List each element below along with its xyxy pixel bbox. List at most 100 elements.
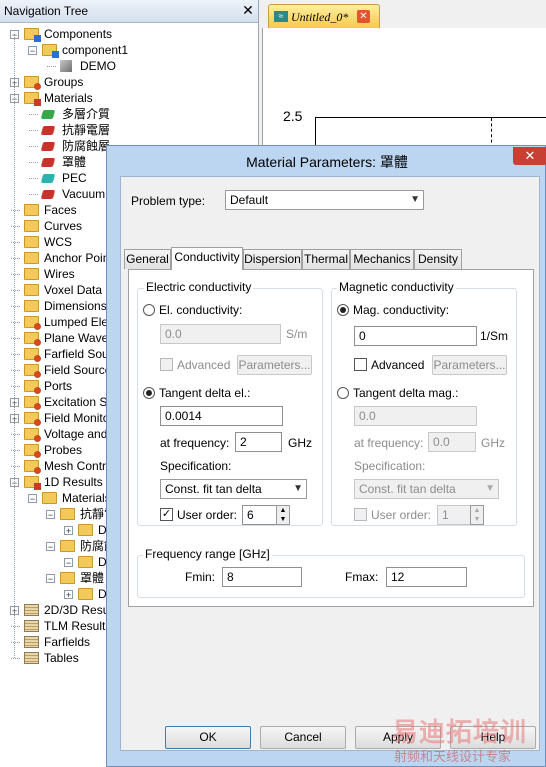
tangent-delta-mag-input[interactable]: 0.0 <box>354 406 477 426</box>
plot-top-line <box>315 117 546 118</box>
chevron-down-icon: ▼ <box>293 483 303 494</box>
mag-advanced-label: Advanced <box>371 358 425 372</box>
el-specification-select[interactable]: Const. fit tan delta ▼ <box>160 479 307 499</box>
close-icon[interactable]: ✕ <box>513 147 546 165</box>
folder-gear-icon <box>24 380 41 394</box>
mag-specification-label: Specification: <box>354 459 426 473</box>
mag-conductivity-input[interactable]: 0 <box>354 326 477 346</box>
collapse-icon[interactable]: − <box>28 494 37 504</box>
collapse-icon[interactable]: − <box>46 574 55 584</box>
mag-user-order-label: User order: <box>371 508 432 522</box>
tree-item-label: Faces <box>44 203 77 217</box>
close-icon[interactable]: ✕ <box>240 2 256 18</box>
mag-at-frequency-label: at frequency: <box>354 436 424 450</box>
cancel-button[interactable]: Cancel <box>260 726 346 749</box>
tree-item[interactable]: 多層介質 <box>0 106 258 122</box>
frequency-range-label: Frequency range [GHz] <box>143 547 272 561</box>
folder-icon <box>78 524 93 536</box>
tree-item[interactable]: 抗靜電層 <box>0 122 258 138</box>
collapse-icon[interactable]: − <box>28 46 37 56</box>
tree-item-label: Voxel Data <box>44 283 103 297</box>
mag-user-order-spinner[interactable]: ▲ ▼ <box>470 505 484 525</box>
tab-thermal[interactable]: Thermal <box>302 249 350 269</box>
folder-icon <box>60 572 75 584</box>
tangent-delta-mag-radio[interactable] <box>337 387 349 399</box>
expand-icon[interactable]: + <box>64 526 73 536</box>
ok-button[interactable]: OK <box>165 726 251 749</box>
mag-frequency-unit: GHz <box>481 436 505 450</box>
tab-mechanics[interactable]: Mechanics <box>350 249 414 269</box>
mag-specification-select[interactable]: Const. fit tan delta ▼ <box>354 479 499 499</box>
tree-item[interactable]: DEMO <box>0 58 258 74</box>
tree-item-label: Plane Wave <box>44 331 109 345</box>
tree-connector <box>11 626 20 627</box>
mag-at-frequency-input[interactable]: 0.0 <box>428 432 476 452</box>
results-stack-icon <box>24 604 39 616</box>
tree-item-label: 罩體 <box>80 571 105 585</box>
plot-y-axis <box>315 118 316 148</box>
el-at-frequency-input[interactable]: 2 <box>235 432 282 452</box>
el-parameters-button[interactable]: Parameters... <box>237 355 312 375</box>
tab-density[interactable]: Density <box>414 249 462 269</box>
tree-item-label: 罩體 <box>62 155 87 169</box>
results-stack-icon <box>24 620 39 632</box>
tree-connector <box>11 370 20 371</box>
tree-item-label: Components <box>44 27 113 41</box>
mag-advanced-checkbox[interactable] <box>354 358 367 371</box>
el-user-order-spinner[interactable]: ▲ ▼ <box>276 505 290 525</box>
tab-dispersion[interactable]: Dispersion <box>243 249 302 269</box>
tangent-delta-el-input[interactable]: 0.0014 <box>160 406 283 426</box>
tab-general[interactable]: General <box>124 249 171 269</box>
tangent-delta-mag-label: Tangent delta mag.: <box>353 386 459 400</box>
folder-icon <box>24 252 39 264</box>
el-user-order-checkbox[interactable]: ✓ <box>160 508 173 521</box>
folder-gear-icon <box>24 444 41 458</box>
fmax-label: Fmax: <box>345 570 379 584</box>
folder-icon <box>24 268 39 280</box>
tree-item-label: DEMO <box>80 59 116 73</box>
mag-user-order-checkbox[interactable] <box>354 508 367 521</box>
tree-item-label: Groups <box>44 75 84 89</box>
mag-user-order-input[interactable]: 1 <box>437 505 471 525</box>
collapse-icon[interactable]: − <box>46 510 55 520</box>
tree-connector <box>29 178 38 179</box>
tree-item[interactable]: − Components <box>0 26 258 42</box>
el-conductivity-label: El. conductivity: <box>159 303 243 317</box>
fmax-input[interactable]: 12 <box>386 567 467 587</box>
tree-connector <box>11 466 20 467</box>
cube-icon <box>60 60 72 72</box>
el-specification-label: Specification: <box>160 459 232 473</box>
el-conductivity-input[interactable]: 0.0 <box>160 324 281 344</box>
el-user-order-input[interactable]: 6 <box>242 505 277 525</box>
mag-conductivity-label: Mag. conductivity: <box>353 303 450 317</box>
tab-conductivity[interactable]: Conductivity <box>171 247 243 270</box>
el-conductivity-radio[interactable] <box>143 304 155 316</box>
folder-icon <box>60 540 75 552</box>
conductivity-panel: Electric conductivity El. conductivity: … <box>128 269 534 607</box>
material-icon <box>40 110 56 119</box>
tree-connector <box>11 322 20 323</box>
mag-parameters-button[interactable]: Parameters... <box>432 355 507 375</box>
tangent-delta-el-radio[interactable] <box>143 387 155 399</box>
problem-type-select[interactable]: Default ▼ <box>225 190 424 210</box>
material-icon <box>40 142 56 151</box>
material-icon <box>40 190 56 199</box>
tree-item-label: PEC <box>62 171 87 185</box>
tree-item-label: Probes <box>44 443 83 457</box>
expand-icon[interactable]: + <box>64 590 73 600</box>
tree-connector <box>29 130 38 131</box>
collapse-icon[interactable]: − <box>64 558 73 568</box>
collapse-icon[interactable]: − <box>46 542 55 552</box>
el-advanced-checkbox[interactable] <box>160 358 173 371</box>
mag-conductivity-radio[interactable] <box>337 304 349 316</box>
tree-item[interactable]: − component1 <box>0 42 258 58</box>
tree-item[interactable]: − Materials <box>0 90 258 106</box>
folder-icon <box>78 588 93 600</box>
tab-untitled[interactable]: ≈ Untitled_0* ✕ <box>268 4 380 29</box>
close-icon[interactable]: ✕ <box>357 10 370 23</box>
tree-connector <box>29 194 38 195</box>
fmin-input[interactable]: 8 <box>222 567 302 587</box>
folder-icon <box>42 492 57 504</box>
tree-item[interactable]: + Groups <box>0 74 258 90</box>
folder-icon <box>42 44 59 58</box>
